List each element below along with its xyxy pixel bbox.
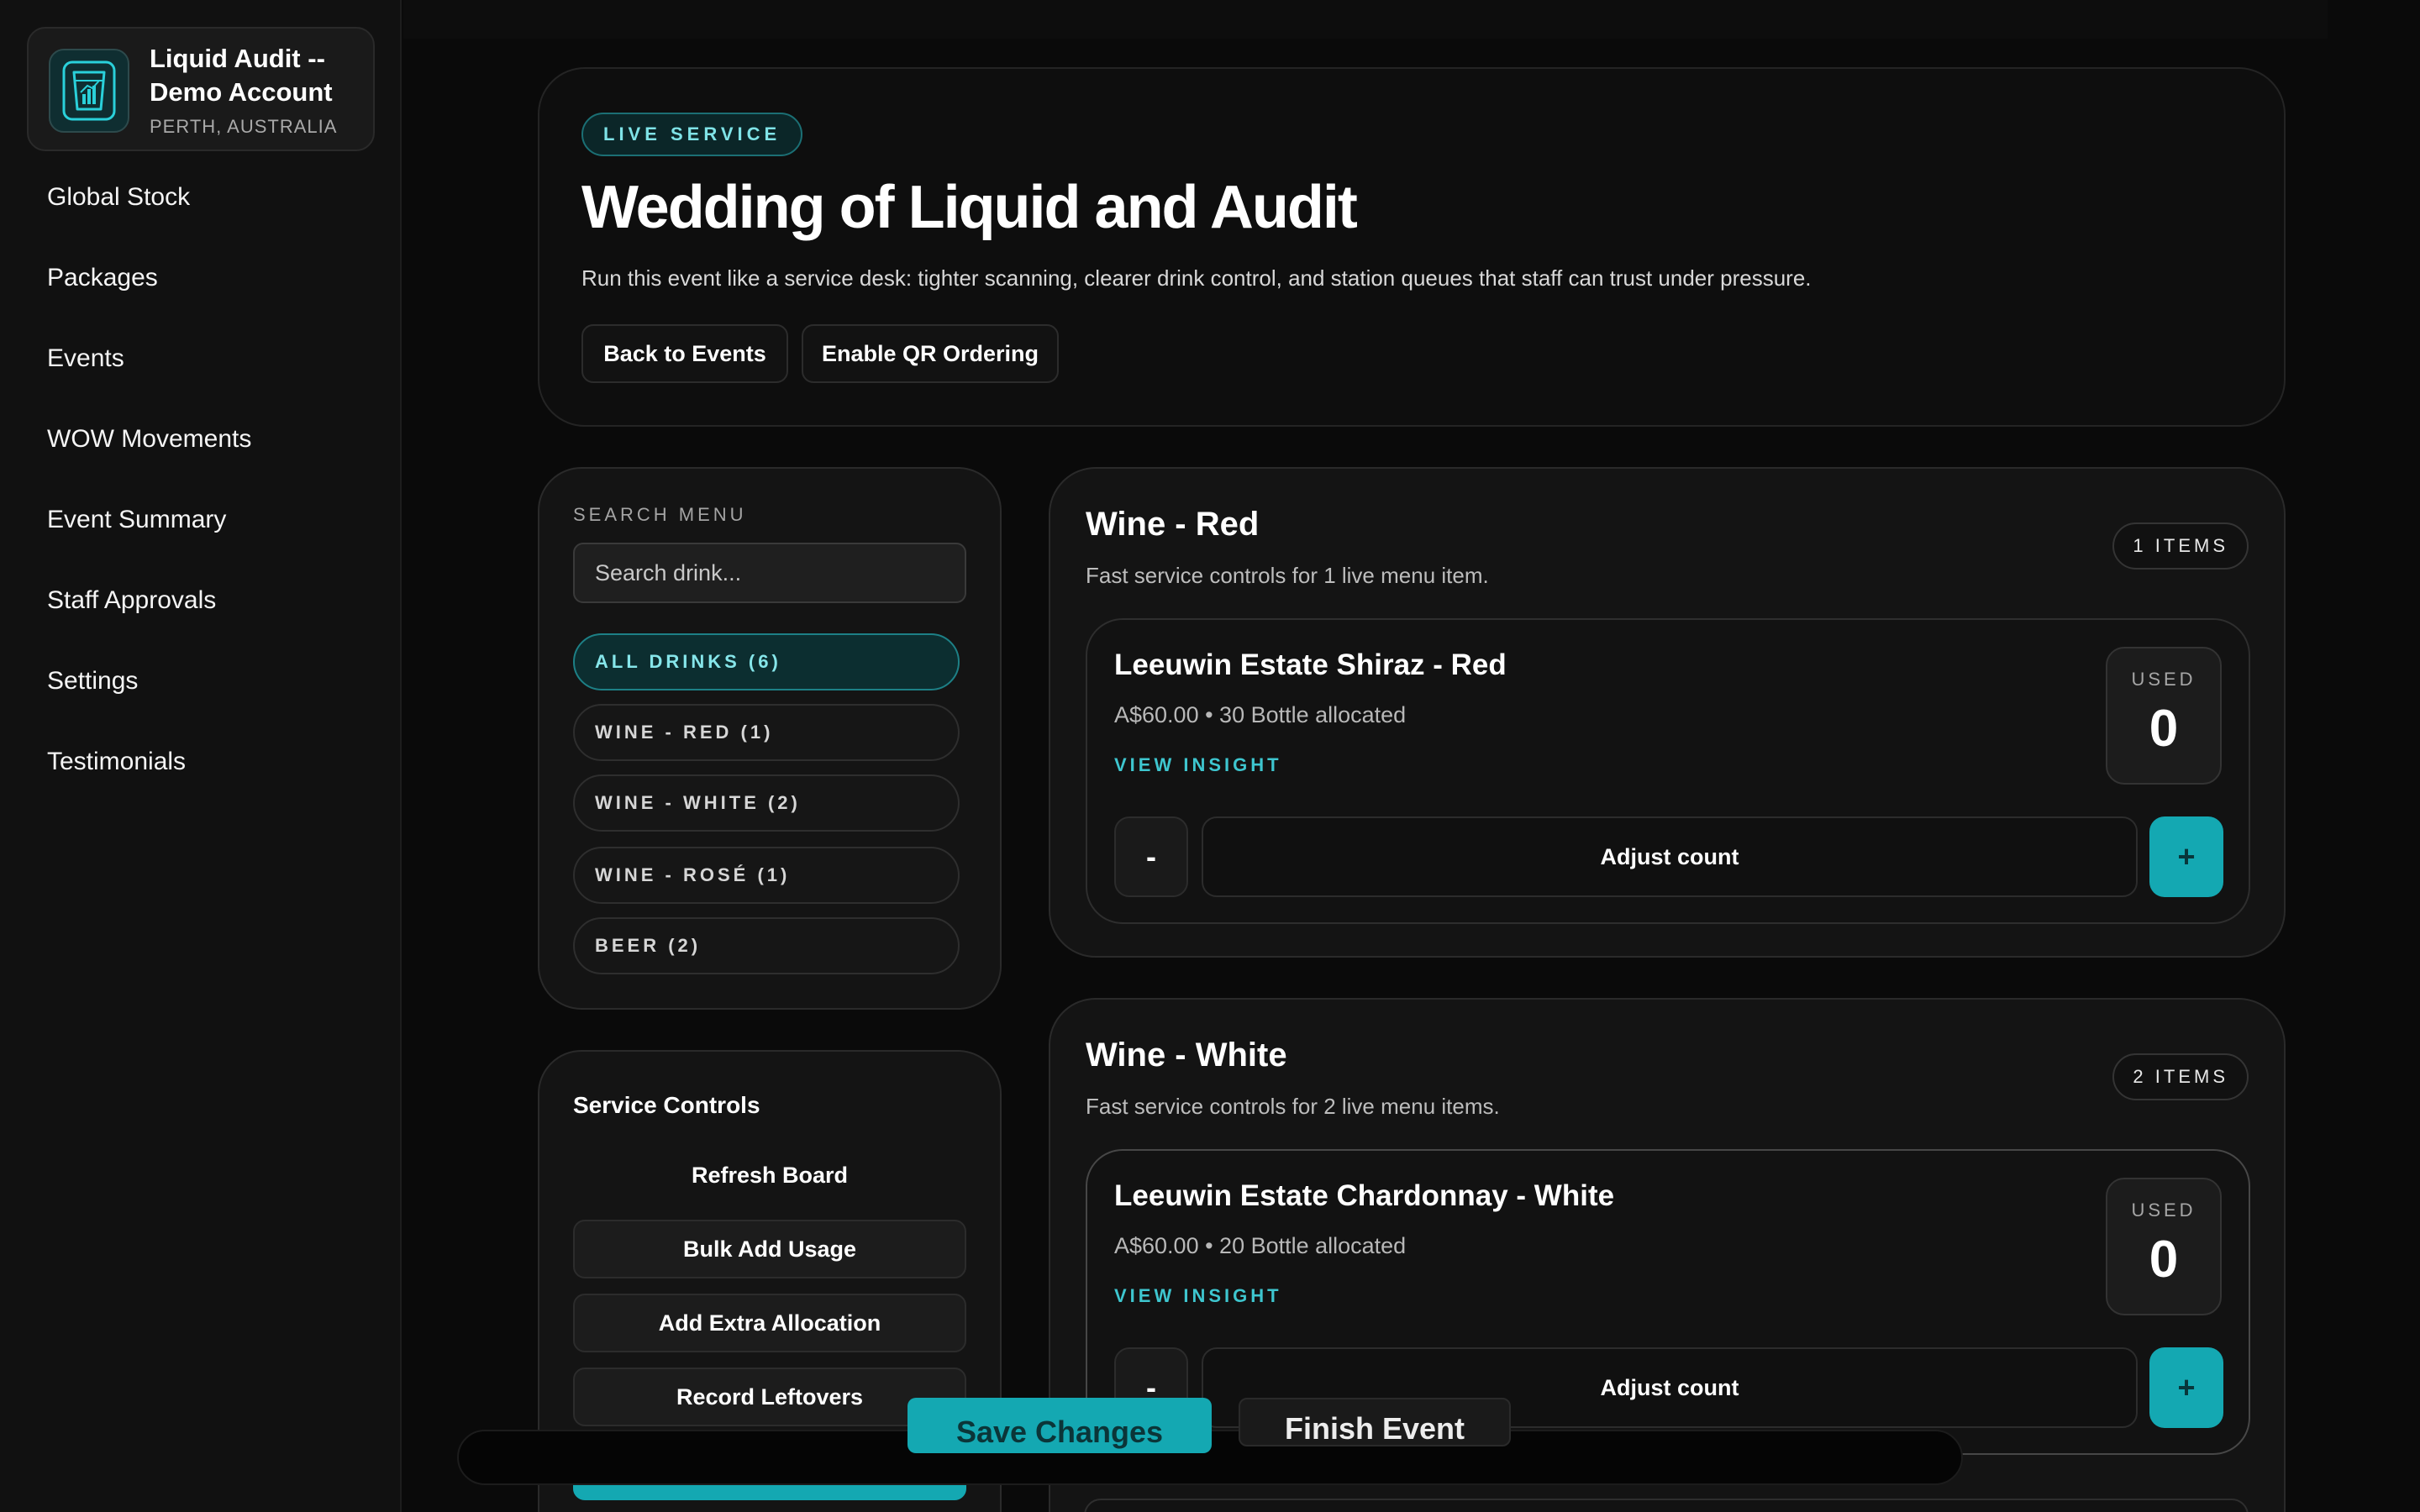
page-title: Wedding of Liquid and Audit bbox=[581, 174, 1358, 241]
add-extra-allocation-button[interactable]: Add Extra Allocation bbox=[573, 1294, 966, 1352]
glass-chart-icon bbox=[49, 49, 129, 133]
sidebar-item-settings[interactable]: Settings bbox=[47, 652, 251, 732]
account-location: PERTH, AUSTRALIA bbox=[150, 116, 338, 137]
sidebar-item-global-stock[interactable]: Global Stock bbox=[47, 168, 251, 249]
finish-event-button[interactable]: Finish Event bbox=[1239, 1398, 1511, 1446]
sidebar-item-testimonials[interactable]: Testimonials bbox=[47, 732, 251, 813]
category-wine-red[interactable]: WINE - RED (1) bbox=[573, 704, 960, 761]
sidebar-item-wow-movements[interactable]: WOW Movements bbox=[47, 410, 251, 491]
sidebar-item-event-summary[interactable]: Event Summary bbox=[47, 491, 251, 571]
used-label: USED bbox=[2131, 669, 2196, 690]
sidebar-item-packages[interactable]: Packages bbox=[47, 249, 251, 329]
search-menu-panel: SEARCH MENU ALL DRINKS (6) WINE - RED (1… bbox=[538, 467, 1002, 1010]
sidebar-item-events[interactable]: Events bbox=[47, 329, 251, 410]
view-insight-link[interactable]: VIEW INSIGHT bbox=[1114, 1285, 1282, 1307]
bulk-add-usage-button[interactable]: Bulk Add Usage bbox=[573, 1220, 966, 1278]
page-subtitle: Run this event like a service desk: tigh… bbox=[581, 265, 1812, 291]
account-name: Liquid Audit -- Demo Account bbox=[150, 44, 333, 107]
item-count-badge: 1 ITEMS bbox=[2112, 522, 2249, 570]
item-count-badge: 2 ITEMS bbox=[2112, 1053, 2249, 1100]
menu-item-name: Leeuwin Estate Chardonnay - White bbox=[1114, 1179, 1615, 1212]
category-all-drinks[interactable]: ALL DRINKS (6) bbox=[573, 633, 960, 690]
live-service-badge: LIVE SERVICE bbox=[581, 113, 803, 156]
section-title: Wine - White bbox=[1086, 1037, 1287, 1074]
increment-button[interactable]: + bbox=[2149, 816, 2223, 897]
menu-item-meta: A$60.00 • 20 Bottle allocated bbox=[1114, 1233, 1407, 1258]
category-section-wine-red: Wine - Red Fast service controls for 1 l… bbox=[1049, 467, 2286, 958]
adjust-count-input[interactable] bbox=[1202, 816, 2138, 897]
section-title: Wine - Red bbox=[1086, 506, 1260, 543]
used-counter: USED 0 bbox=[2106, 647, 2222, 785]
sidebar-item-staff-approvals[interactable]: Staff Approvals bbox=[47, 571, 251, 652]
menu-item-meta: A$60.00 • 30 Bottle allocated bbox=[1114, 702, 1407, 727]
increment-button[interactable]: + bbox=[2149, 1347, 2223, 1428]
top-bar bbox=[403, 0, 2328, 39]
section-subtitle: Fast service controls for 1 live menu it… bbox=[1086, 563, 1489, 588]
enable-qr-ordering-button[interactable]: Enable QR Ordering bbox=[802, 324, 1059, 383]
sidebar: Liquid Audit -- Demo Account PERTH, AUST… bbox=[0, 0, 402, 1512]
used-counter: USED 0 bbox=[2106, 1178, 2222, 1315]
section-subtitle: Fast service controls for 2 live menu it… bbox=[1086, 1094, 1500, 1119]
used-value: 0 bbox=[2149, 1231, 2179, 1289]
used-label: USED bbox=[2131, 1200, 2196, 1221]
service-controls-title: Service Controls bbox=[573, 1092, 760, 1118]
decrement-button[interactable]: - bbox=[1114, 816, 1188, 897]
used-value: 0 bbox=[2149, 700, 2179, 758]
event-hero: LIVE SERVICE Wedding of Liquid and Audit… bbox=[538, 67, 2286, 427]
save-changes-button[interactable]: Save Changes bbox=[908, 1398, 1212, 1453]
view-insight-link[interactable]: VIEW INSIGHT bbox=[1114, 754, 1282, 776]
menu-item-card: Leeuwin Estate Shiraz - Red A$60.00 • 30… bbox=[1086, 618, 2250, 924]
back-to-events-button[interactable]: Back to Events bbox=[581, 324, 788, 383]
menu-item-card-next bbox=[1084, 1499, 2249, 1512]
category-beer[interactable]: BEER (2) bbox=[573, 917, 960, 974]
account-switcher[interactable]: Liquid Audit -- Demo Account PERTH, AUST… bbox=[27, 27, 375, 151]
search-menu-label: SEARCH MENU bbox=[573, 504, 747, 525]
search-input[interactable] bbox=[573, 543, 966, 603]
category-wine-rose[interactable]: WINE - ROSÉ (1) bbox=[573, 847, 960, 904]
sidebar-nav: Global Stock Packages Events WOW Movemen… bbox=[47, 168, 251, 813]
category-wine-white[interactable]: WINE - WHITE (2) bbox=[573, 774, 960, 832]
refresh-board-button[interactable]: Refresh Board bbox=[573, 1146, 966, 1205]
menu-item-name: Leeuwin Estate Shiraz - Red bbox=[1114, 648, 1507, 681]
